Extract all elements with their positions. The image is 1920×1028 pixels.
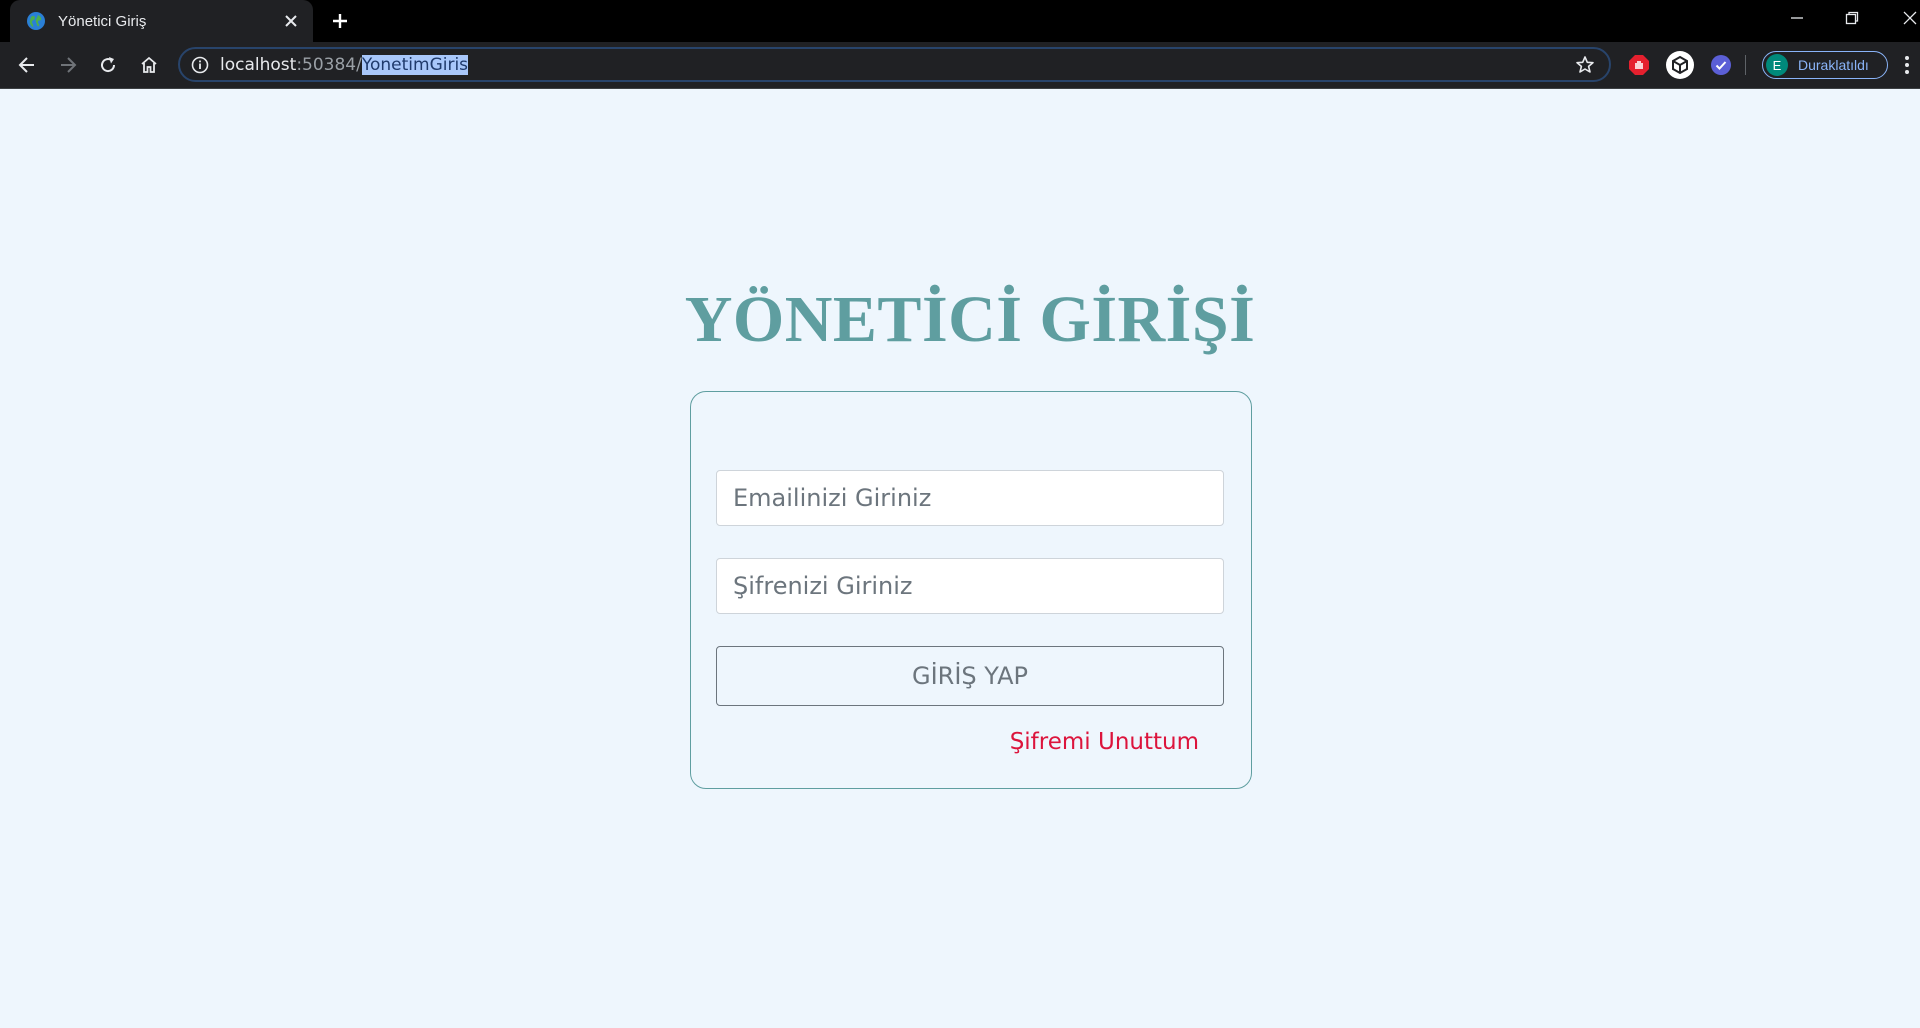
- password-field[interactable]: [716, 558, 1224, 614]
- forward-icon[interactable]: [52, 49, 84, 81]
- window-close-icon[interactable]: [1890, 4, 1920, 32]
- browser-tab[interactable]: Yönetici Giriş: [10, 0, 313, 42]
- url-port: :50384/: [296, 55, 362, 75]
- url-host: localhost: [220, 55, 297, 75]
- info-icon[interactable]: [190, 55, 210, 75]
- address-bar[interactable]: localhost:50384/YonetimGiris: [178, 47, 1611, 82]
- globe-icon: [27, 12, 45, 30]
- cube-extension-icon[interactable]: [1665, 50, 1695, 80]
- reload-icon[interactable]: [92, 49, 124, 81]
- check-extension-icon[interactable]: [1709, 53, 1733, 77]
- email-field[interactable]: [716, 470, 1224, 526]
- back-icon[interactable]: [11, 49, 43, 81]
- login-button[interactable]: GİRİŞ YAP: [716, 646, 1224, 706]
- restore-icon[interactable]: [1832, 4, 1872, 32]
- url-path-selected: YonetimGiris: [361, 55, 469, 75]
- home-icon[interactable]: [133, 49, 165, 81]
- close-icon[interactable]: [279, 9, 303, 33]
- profile-button[interactable]: E Duraklatıldı: [1762, 51, 1888, 79]
- plus-icon[interactable]: [327, 8, 353, 34]
- browser-toolbar: localhost:50384/YonetimGiris E Duraklatı…: [0, 42, 1920, 89]
- tab-title: Yönetici Giriş: [58, 12, 147, 30]
- adblock-icon[interactable]: [1627, 53, 1651, 77]
- login-card: GİRİŞ YAP Şifremi Unuttum: [690, 391, 1252, 789]
- menu-dots-icon[interactable]: [1900, 53, 1914, 77]
- profile-status: Duraklatıldı: [1798, 57, 1869, 73]
- tab-strip: Yönetici Giriş: [0, 0, 1920, 42]
- url-text[interactable]: localhost:50384/YonetimGiris: [220, 55, 469, 75]
- page-title: YÖNETİCİ GİRİŞİ: [684, 283, 1256, 356]
- minimize-icon[interactable]: [1777, 4, 1817, 32]
- toolbar-separator: [1745, 55, 1746, 75]
- forgot-password-link[interactable]: Şifremi Unuttum: [1010, 729, 1199, 755]
- star-icon[interactable]: [1575, 55, 1595, 75]
- avatar: E: [1766, 54, 1788, 76]
